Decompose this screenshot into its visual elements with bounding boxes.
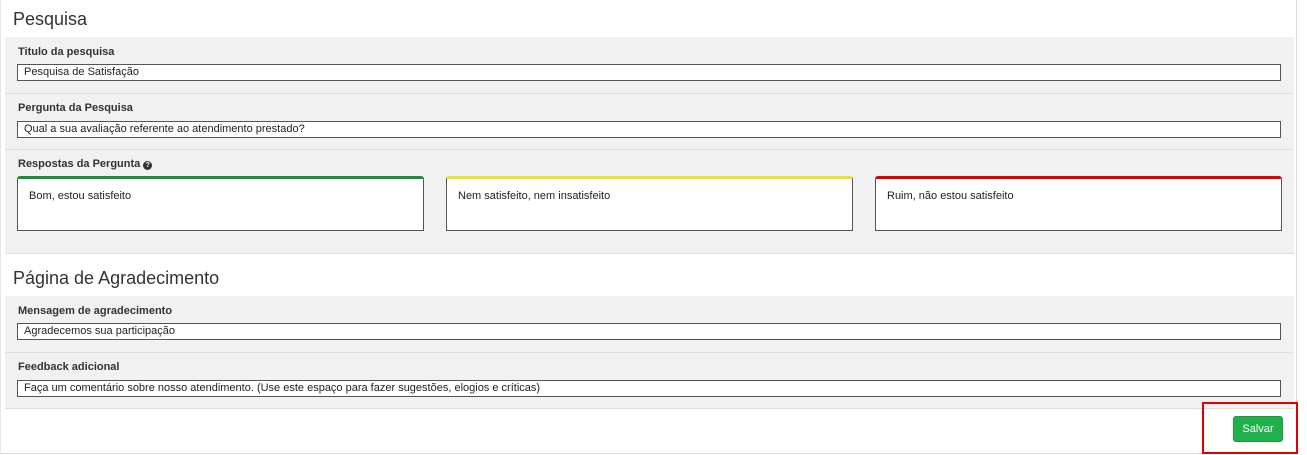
extra-feedback-label: Feedback adicional [18,361,120,373]
question-circle-icon[interactable]: ? [143,161,153,170]
survey-title-group: Titulo da pesquisa Pesquisa de Satisfaçã… [5,37,1294,93]
survey-title-input[interactable]: Pesquisa de Satisfação [17,64,1281,81]
thanks-message-input[interactable]: Agradecemos sua participação [17,323,1281,340]
answers-label: Respostas da Pergunta? [18,158,153,170]
survey-question-group: Pergunta da Pesquisa Qual a sua avaliaçã… [5,93,1294,149]
thanks-section-title: Página de Agradecimento [13,268,220,288]
answer-positive[interactable]: Bom, estou satisfeito [17,176,424,231]
thanks-message-label: Mensagem de agradecimento [18,305,173,317]
extra-feedback-input[interactable]: Faça um comentário sobre nosso atendimen… [17,380,1281,397]
survey-question-label: Pergunta da Pesquisa [18,102,133,114]
save-button[interactable]: Salvar [1233,416,1283,442]
thanks-panel: Mensagem de agradecimento Agradecemos su… [5,296,1294,409]
answer-neutral[interactable]: Nem satisfeito, nem insatisfeito [446,176,853,231]
survey-title-label: Titulo da pesquisa [18,46,115,58]
answer-negative[interactable]: Ruim, não estou satisfeito [875,176,1282,231]
survey-question-input[interactable]: Qual a sua avaliação referente ao atendi… [17,121,1281,138]
survey-section-title: Pesquisa [13,9,88,29]
extra-feedback-group: Feedback adicional Faça um comentário so… [5,352,1294,409]
answers-group: Respostas da Pergunta? Bom, estou satisf… [5,149,1294,253]
survey-panel: Titulo da pesquisa Pesquisa de Satisfaçã… [5,37,1294,254]
thanks-message-group: Mensagem de agradecimento Agradecemos su… [5,296,1294,352]
answers-label-text: Respostas da Pergunta [18,158,141,170]
